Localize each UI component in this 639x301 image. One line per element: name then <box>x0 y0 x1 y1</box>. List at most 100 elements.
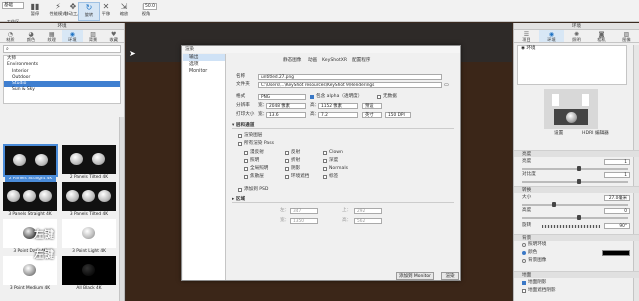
height-field[interactable]: 1152 像素 <box>318 103 358 109</box>
rotation-label: 旋转 <box>522 223 532 228</box>
pass-checkbox[interactable] <box>285 167 289 171</box>
pass-checkbox[interactable] <box>285 151 289 155</box>
slider-handle[interactable] <box>577 179 581 184</box>
all-passes-checkbox[interactable] <box>238 142 242 146</box>
slider-handle[interactable] <box>552 202 556 207</box>
contrast-field[interactable]: 1 <box>604 172 630 178</box>
folder-field[interactable]: C:\Users\...\KeyShot resources\KeyShot 9… <box>258 82 442 88</box>
scale-button[interactable]: ⇲ 缩放 <box>113 2 135 21</box>
tab-favorites[interactable]: ♥ 收藏 <box>103 30 124 42</box>
render-layers-checkbox[interactable] <box>238 134 242 138</box>
pass-checkbox[interactable] <box>244 151 248 155</box>
tab-project[interactable]: ☰ 项目 <box>514 30 539 42</box>
library-scrollbar[interactable] <box>119 117 124 301</box>
slider-handle[interactable] <box>577 215 581 220</box>
tree-item[interactable]: Sun & Sky <box>4 87 120 93</box>
print-height-field[interactable]: 7.2 <box>318 112 358 118</box>
layers-section-header[interactable]: ▾ 层和通道 <box>232 123 454 129</box>
region-section-header[interactable]: ▸ 区域 <box>232 197 454 203</box>
name-field[interactable]: untitled.27.png <box>258 74 442 80</box>
region-height-field[interactable]: 562 <box>354 218 382 224</box>
pass-checkbox[interactable] <box>244 159 248 163</box>
thumbnail-item[interactable]: 3 Panels Straight 4K <box>3 182 57 219</box>
pass-checkbox[interactable] <box>323 151 327 155</box>
render-button[interactable]: 渲染 <box>441 272 459 280</box>
thumbnail-item[interactable]: All Black 4K <box>62 256 116 293</box>
workspace-button[interactable]: 工作区 <box>2 2 24 24</box>
tab-lighting[interactable]: ✺ 照明 <box>564 30 589 42</box>
pass-checkbox[interactable] <box>323 167 327 171</box>
thumbnail-item[interactable]: 2 Panels Tilted 4K <box>62 145 116 182</box>
width-field[interactable]: 2048 像素 <box>266 103 306 109</box>
ground-shadow-checkbox[interactable] <box>522 281 526 285</box>
brightness-slider[interactable] <box>522 166 628 171</box>
pass-checkbox[interactable] <box>285 159 289 163</box>
bg-radio-image[interactable] <box>522 259 526 263</box>
slider-handle[interactable] <box>577 166 581 171</box>
format-select[interactable]: PNG <box>258 94 306 100</box>
pause-button[interactable]: ▮▮ 暂停 <box>24 2 46 21</box>
tab-camera[interactable]: ◙ 相机 <box>589 30 614 42</box>
rotation-field[interactable]: 90° <box>604 223 630 229</box>
tab-colors[interactable]: ◕ 颜色 <box>21 30 42 42</box>
height-slider[interactable] <box>522 215 628 220</box>
rotation-dial[interactable] <box>542 225 600 228</box>
bg-radio-lighting[interactable] <box>522 243 526 247</box>
thumbnail-item[interactable]: 3 Point Light 4K <box>62 219 116 256</box>
tab-materials[interactable]: ◔ 材质 <box>0 30 21 42</box>
pass-label: Clown <box>329 150 343 155</box>
thumbnail-item[interactable]: 3 Point Medium 4K <box>3 256 57 293</box>
nav-options[interactable]: 选项 <box>183 61 225 68</box>
height-field[interactable]: 0 <box>604 208 630 214</box>
tab-environment[interactable]: ◉ 环境 <box>539 30 564 42</box>
zoom-input[interactable]: 50.0 <box>143 3 157 10</box>
add-to-monitor-button[interactable]: 添加到 Monitor <box>396 272 434 280</box>
psd-checkbox[interactable] <box>238 188 242 192</box>
bg-radio-color[interactable] <box>522 251 526 255</box>
brightness-section[interactable]: 亮度 <box>514 150 639 157</box>
preset-select[interactable]: 预设 <box>362 103 382 109</box>
region-left-field[interactable]: 347 <box>290 208 318 214</box>
ground-occlusion-checkbox[interactable] <box>522 289 526 293</box>
size-field[interactable]: 27.0毫米 <box>604 195 630 201</box>
pass-checkbox[interactable] <box>285 175 289 179</box>
print-width-field[interactable]: 13.6 <box>266 112 306 118</box>
preview-sphere <box>566 112 577 123</box>
tab-keyshotxr[interactable]: KeyShotXR <box>322 58 347 64</box>
transform-section[interactable]: 转换 <box>514 186 639 193</box>
tab-configurator[interactable]: 配置程序 <box>352 58 370 64</box>
contrast-slider[interactable] <box>522 179 628 184</box>
tab-textures[interactable]: ▦ 纹理 <box>41 30 62 42</box>
size-slider[interactable] <box>522 202 628 207</box>
region-top-field[interactable]: 292 <box>354 208 382 214</box>
tab-backplates[interactable]: ▨ 背景 <box>83 30 104 42</box>
ground-section[interactable]: 地面 <box>514 271 639 278</box>
thumbnail-item[interactable]: 3 Panels Tilted 4K <box>62 182 116 219</box>
brightness-field[interactable]: 1 <box>604 159 630 165</box>
pass-checkbox[interactable] <box>323 159 327 163</box>
thumbnail-item[interactable]: 2 Panels Straight 4K <box>3 144 58 183</box>
hdri-preview[interactable] <box>544 89 598 129</box>
tab-image[interactable]: ▨ 图像 <box>614 30 639 42</box>
bg-color-swatch[interactable] <box>602 250 630 256</box>
layer-checkbox[interactable] <box>377 95 381 99</box>
tab-animation[interactable]: 动画 <box>308 58 317 64</box>
background-section[interactable]: 背景 <box>514 234 639 241</box>
alpha-checkbox[interactable] <box>310 95 314 99</box>
environment-list-item[interactable]: ◉ 环境 <box>518 46 626 52</box>
pass-checkbox[interactable] <box>244 175 248 179</box>
dpi-select[interactable]: 150 DPI <box>385 112 411 118</box>
settings-tab[interactable]: 设置 <box>554 131 563 137</box>
project-scrollbar[interactable] <box>633 45 639 301</box>
folder-browse-icon[interactable]: ▭ <box>444 82 452 88</box>
pass-checkbox[interactable] <box>244 167 248 171</box>
region-width-field[interactable]: 1350 <box>290 218 318 224</box>
print-unit-select[interactable]: 英寸 <box>362 112 382 118</box>
tab-still-image[interactable]: 静态图像 <box>283 58 301 64</box>
nav-monitor[interactable]: Monitor <box>183 68 225 75</box>
library-search-input[interactable]: ⌕ <box>3 45 121 53</box>
pass-checkbox[interactable] <box>323 175 327 179</box>
nav-output[interactable]: 输出 <box>183 54 225 61</box>
tab-environments[interactable]: ◉ 环境 <box>62 30 83 42</box>
hdri-editor-tab[interactable]: HDRI 编辑器 <box>582 131 609 137</box>
